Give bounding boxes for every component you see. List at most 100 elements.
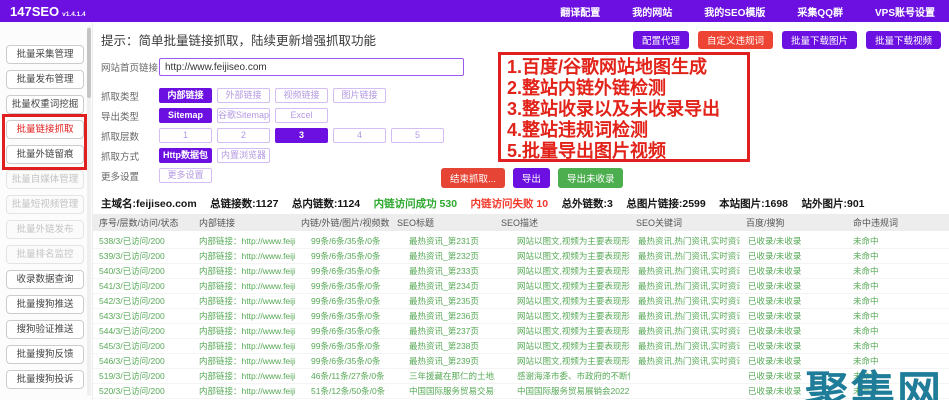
option-button[interactable]: 图片链接	[333, 88, 386, 103]
table-row[interactable]: 539/3/已访问/200 内部链接：http://www.feijiseo.c…	[93, 249, 949, 264]
table-row[interactable]: 538/3/已访问/200 内部链接：http://www.feijiseo.c…	[93, 234, 949, 249]
option-button[interactable]: 1	[159, 128, 212, 143]
table-row[interactable]: 541/3/已访问/200 内部链接：http://www.feijiseo.c…	[93, 279, 949, 294]
toolbar-button[interactable]: 批量下载图片	[781, 30, 857, 49]
topbar-menu-item[interactable]: 翻译配置	[560, 4, 600, 19]
cell-seo-description: 网站以图文,视频为主要表现形式.	[517, 251, 630, 261]
sidebar-item[interactable]: 批量搜狗推送	[6, 295, 84, 314]
sidebar-item[interactable]: 批量短视频管理	[6, 195, 84, 214]
cell-internal-link: 内部链接：http://www.feijiseo.com/ind	[199, 356, 295, 366]
option-button[interactable]: 内部链接	[159, 88, 212, 103]
crawl-method-label: 抓取方式	[101, 151, 140, 163]
cell-seo-title: 最热资讯_第235页	[409, 296, 479, 306]
annotation-line: 5.批量导出图片视频	[507, 141, 667, 161]
table-row[interactable]: 544/3/已访问/200 内部链接：http://www.feijiseo.c…	[93, 324, 949, 339]
stat-item: 总内链数:1124	[291, 198, 361, 210]
cell-index-state: 已收录/未收录	[748, 296, 802, 306]
option-button[interactable]: 视频链接	[275, 88, 328, 103]
table-header-row: 序号/层数/访问/状态 内部链接 内链/外链/图片/视频数 SEO标题 SEO描…	[93, 214, 949, 231]
website-url-input[interactable]	[159, 58, 464, 76]
table-row[interactable]: 545/3/已访问/200 内部链接：http://www.feijiseo.c…	[93, 339, 949, 354]
topbar-menu-item[interactable]: 我的SEO模版	[704, 4, 765, 19]
sidebar-item[interactable]: 批量外链发布	[6, 220, 84, 239]
toolbar-button[interactable]: 自定义违规词	[697, 30, 773, 49]
watermark: 聚集网	[805, 368, 943, 400]
stat-item: 总链接数:1127	[210, 198, 279, 210]
option-button[interactable]: 4	[333, 128, 386, 143]
cell-seo-description: 网站以图文,视频为主要表现形式.	[517, 356, 630, 366]
table-row[interactable]: 540/3/已访问/200 内部链接：http://www.feijiseo.c…	[93, 264, 949, 279]
option-button[interactable]: 更多设置	[159, 168, 212, 183]
toolbar-button[interactable]: 配置代理	[632, 30, 689, 49]
toolbar-button[interactable]: 批量下载视频	[865, 30, 941, 49]
table-row[interactable]: 542/3/已访问/200 内部链接：http://www.feijiseo.c…	[93, 294, 949, 309]
cell-internal-link: 内部链接：http://www.feijiseo.com/ind	[199, 251, 295, 261]
option-button[interactable]: 3	[275, 128, 328, 143]
topbar-menu-item[interactable]: VPS账号设置	[875, 4, 935, 19]
cell-seo-description: 网站以图文,视频为主要表现形式.	[517, 281, 630, 291]
cell-counts: 99条/6条/35条/0条	[311, 236, 381, 246]
sidebar-item[interactable]: 批量权重词挖掘	[6, 95, 84, 114]
sidebar-item[interactable]: 批量自媒体管理	[6, 170, 84, 189]
sidebar-item[interactable]: 收录数据查询	[6, 270, 84, 289]
cell-seo-keywords: 最热资讯,热门资讯,实时资讯	[638, 326, 740, 336]
cell-internal-link: 内部链接：http://www.feijiseo.com/ind	[199, 386, 295, 396]
sidebar-item[interactable]: 搜狗验证推送	[6, 320, 84, 339]
cell-index-status: 542/3/已访问/200	[99, 296, 165, 306]
option-button[interactable]: 2	[217, 128, 270, 143]
sidebar-item[interactable]: 批量搜狗投诉	[6, 370, 84, 389]
option-button[interactable]: 内置浏览器	[217, 148, 270, 163]
option-button[interactable]: Http数据包	[159, 148, 212, 163]
action-button[interactable]: 导出未收录	[557, 168, 624, 188]
table-header-cell: 百度/搜狗	[746, 218, 785, 228]
cell-seo-keywords: 最热资讯,热门资讯,实时资讯	[638, 296, 740, 306]
cell-seo-description: 网站以图文,视频为主要表现形式.	[517, 236, 630, 246]
sidebar-item[interactable]: 批量采集管理	[6, 45, 84, 64]
cell-seo-title: 最热资讯_第236页	[409, 311, 479, 321]
option-button[interactable]: 5	[391, 128, 444, 143]
cell-seo-description: 网站以图文,视频为主要表现形式.	[517, 296, 630, 306]
sidebar-item[interactable]: 批量搜狗反馈	[6, 345, 84, 364]
option-button[interactable]: Sitemap	[159, 108, 212, 123]
action-button[interactable]: 结束抓取...	[441, 168, 505, 188]
cell-index-state: 已收录/未收录	[748, 251, 802, 261]
option-button[interactable]: 外部链接	[217, 88, 270, 103]
cell-counts: 99条/6条/35条/0条	[311, 281, 381, 291]
sidebar-scrollbar[interactable]	[87, 26, 91, 396]
app-logo[interactable]: 147SEO v1.4.1.4	[10, 4, 86, 19]
sidebar-item[interactable]: 批量发布管理	[6, 70, 84, 89]
cell-seo-title: 三年援藏在那仁的土地上留下_热..	[409, 371, 495, 381]
table-header-cell: SEO标题	[397, 218, 435, 228]
sidebar-item[interactable]: 批量外链留痕	[6, 145, 84, 164]
option-button[interactable]: Excel	[275, 108, 328, 123]
table-row[interactable]: 543/3/已访问/200 内部链接：http://www.feijiseo.c…	[93, 309, 949, 324]
cell-violation: 未命中	[853, 251, 879, 261]
option-button[interactable]: 谷歌Sitemap	[217, 108, 270, 123]
table-header-cell: SEO描述	[501, 218, 539, 228]
cell-seo-description: 网站以图文,视频为主要表现形式.	[517, 311, 630, 321]
cell-counts: 99条/6条/35条/0条	[311, 326, 381, 336]
stats-bar: 主域名:feijiseo.com 总链接数:1127 总内链数:1124 内链访…	[101, 194, 947, 212]
action-button[interactable]: 导出	[512, 168, 550, 188]
topbar-menu-item[interactable]: 我的网站	[632, 4, 672, 19]
sidebar-scrollbar-thumb[interactable]	[87, 28, 91, 98]
topbar-menu-item[interactable]: 采集QQ群	[797, 4, 843, 19]
sidebar: 批量采集管理 批量发布管理 批量权重词挖掘 批量链接抓取 批量外链留痕 批量自媒…	[0, 22, 93, 400]
cell-internal-link: 内部链接：http://www.feijiseo.com/ind	[199, 371, 295, 381]
table-header-cell: SEO关键词	[636, 218, 683, 228]
sidebar-item[interactable]: 批量排名监控	[6, 245, 84, 264]
cell-violation: 未命中	[853, 266, 879, 276]
cell-index-status: 520/3/已访问/200	[99, 386, 165, 396]
version-label: v1.4.1.4	[62, 10, 86, 18]
cell-violation: 未命中	[853, 236, 879, 246]
cell-seo-keywords: 最热资讯,热门资讯,实时资讯	[638, 251, 740, 261]
stat-item: 内链访问成功 530	[373, 198, 458, 210]
top-toolbar: 配置代理 自定义违规词 批量下载图片 批量下载视频	[632, 30, 941, 49]
annotation-line: 4.整站违规词检测	[507, 120, 649, 140]
sidebar-items: 批量采集管理 批量发布管理 批量权重词挖掘 批量链接抓取 批量外链留痕 批量自媒…	[0, 45, 92, 389]
cell-internal-link: 内部链接：http://www.feijiseo.com/ind	[199, 266, 295, 276]
stat-item: 站外图片:901	[801, 198, 865, 210]
cell-internal-link: 内部链接：http://www.feijiseo.com/ind	[199, 326, 295, 336]
crawl-type-label: 抓取类型	[101, 91, 140, 103]
sidebar-item[interactable]: 批量链接抓取	[6, 120, 84, 139]
